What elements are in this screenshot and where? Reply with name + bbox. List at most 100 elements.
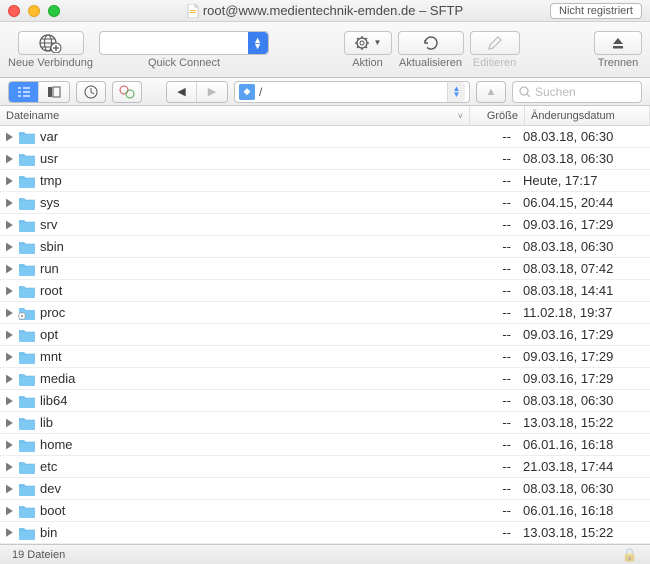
file-size: --	[464, 173, 519, 188]
disclosure-icon[interactable]: ▶	[6, 305, 16, 319]
table-row[interactable]: ▶lib64--08.03.18, 06:30	[0, 390, 650, 412]
table-row[interactable]: ▶home--06.01.16, 16:18	[0, 434, 650, 456]
action-button[interactable]: ▼	[344, 31, 392, 55]
file-name: mnt	[40, 349, 464, 364]
table-row[interactable]: ▶dev--08.03.18, 06:30	[0, 478, 650, 500]
disclosure-icon[interactable]: ▶	[6, 283, 16, 297]
table-row[interactable]: ▶sbin--08.03.18, 06:30	[0, 236, 650, 258]
sort-caret-icon: ˅	[458, 111, 463, 121]
table-row[interactable]: ▶boot--06.01.16, 16:18	[0, 500, 650, 522]
table-row[interactable]: ▶var--08.03.18, 06:30	[0, 126, 650, 148]
file-size: --	[464, 371, 519, 386]
minimize-window-button[interactable]	[28, 5, 40, 17]
folder-icon	[18, 350, 36, 364]
folder-icon	[18, 130, 36, 144]
new-connection-item: Neue Verbindung	[8, 31, 93, 69]
disclosure-icon[interactable]: ▶	[6, 437, 16, 451]
table-row[interactable]: ▶usr--08.03.18, 06:30	[0, 148, 650, 170]
file-list[interactable]: ▶var--08.03.18, 06:30▶usr--08.03.18, 06:…	[0, 126, 650, 544]
nav-forward-button[interactable]: ▶	[197, 82, 227, 102]
file-date: 08.03.18, 06:30	[519, 239, 644, 254]
file-name: root	[40, 283, 464, 298]
file-size: --	[464, 151, 519, 166]
zoom-window-button[interactable]	[48, 5, 60, 17]
folder-icon	[18, 174, 36, 188]
quick-connect-select[interactable]: ▲▼	[99, 31, 269, 55]
gear-icon	[354, 35, 372, 51]
edit-button[interactable]	[470, 31, 520, 55]
file-size: --	[464, 481, 519, 496]
view-list-button[interactable]	[39, 82, 69, 102]
close-window-button[interactable]	[8, 5, 20, 17]
table-row[interactable]: ▶bin--13.03.18, 15:22	[0, 522, 650, 544]
disclosure-icon[interactable]: ▶	[6, 371, 16, 385]
file-name: sys	[40, 195, 464, 210]
file-date: 09.03.16, 17:29	[519, 327, 644, 342]
up-directory-button[interactable]: ▲	[476, 81, 506, 103]
table-row[interactable]: ▶srv--09.03.16, 17:29	[0, 214, 650, 236]
file-name: tmp	[40, 173, 464, 188]
window-controls	[8, 5, 60, 17]
action-item: ▼ Aktion	[344, 31, 392, 69]
file-date: 08.03.18, 06:30	[519, 393, 644, 408]
transfers-button[interactable]	[112, 81, 142, 103]
unregistered-badge[interactable]: Nicht registriert	[550, 3, 642, 19]
file-name: home	[40, 437, 464, 452]
table-row[interactable]: ▶tmp--Heute, 17:17	[0, 170, 650, 192]
clock-icon	[84, 85, 98, 99]
disclosure-icon[interactable]: ▶	[6, 173, 16, 187]
table-row[interactable]: ▶etc--21.03.18, 17:44	[0, 456, 650, 478]
table-row[interactable]: ▶opt--09.03.16, 17:29	[0, 324, 650, 346]
file-size: --	[464, 195, 519, 210]
disclosure-icon[interactable]: ▶	[6, 503, 16, 517]
search-input[interactable]: Suchen	[512, 81, 642, 103]
table-row[interactable]: ▶proc--11.02.18, 19:37	[0, 302, 650, 324]
table-row[interactable]: ▶run--08.03.18, 07:42	[0, 258, 650, 280]
disclosure-icon[interactable]: ▶	[6, 415, 16, 429]
new-connection-button[interactable]	[18, 31, 84, 55]
table-row[interactable]: ▶media--09.03.16, 17:29	[0, 368, 650, 390]
nav-back-button[interactable]: ◀	[167, 82, 197, 102]
folder-icon	[18, 306, 36, 320]
disconnect-button[interactable]	[594, 31, 642, 55]
disclosure-icon[interactable]: ▶	[6, 327, 16, 341]
file-name: sbin	[40, 239, 464, 254]
refresh-button[interactable]	[398, 31, 464, 55]
disclosure-icon[interactable]: ▶	[6, 239, 16, 253]
table-row[interactable]: ▶root--08.03.18, 14:41	[0, 280, 650, 302]
table-row[interactable]: ▶lib--13.03.18, 15:22	[0, 412, 650, 434]
file-date: 08.03.18, 06:30	[519, 129, 644, 144]
file-date: 08.03.18, 07:42	[519, 261, 644, 276]
disclosure-icon[interactable]: ▶	[6, 525, 16, 539]
folder-icon	[18, 394, 36, 408]
file-name: proc	[40, 305, 464, 320]
path-dropdown-icon[interactable]: ▲▼	[447, 82, 465, 102]
path-input[interactable]: ◆ / ▲▼	[234, 81, 470, 103]
table-row[interactable]: ▶sys--06.04.15, 20:44	[0, 192, 650, 214]
column-size[interactable]: Größe	[470, 106, 525, 125]
disclosure-icon[interactable]: ▶	[6, 129, 16, 143]
disclosure-icon[interactable]: ▶	[6, 459, 16, 473]
back-icon: ◀	[177, 85, 185, 98]
folder-icon	[18, 438, 36, 452]
disclosure-icon[interactable]: ▶	[6, 217, 16, 231]
file-date: 06.01.16, 16:18	[519, 503, 644, 518]
disclosure-icon[interactable]: ▶	[6, 195, 16, 209]
file-size: --	[464, 393, 519, 408]
table-row[interactable]: ▶mnt--09.03.16, 17:29	[0, 346, 650, 368]
eject-icon	[610, 35, 626, 51]
disclosure-icon[interactable]: ▶	[6, 151, 16, 165]
view-outline-button[interactable]	[9, 82, 39, 102]
column-date[interactable]: Änderungsdatum	[525, 106, 650, 125]
file-size: --	[464, 217, 519, 232]
column-name[interactable]: Dateiname ˅	[0, 106, 470, 125]
disclosure-icon[interactable]: ▶	[6, 481, 16, 495]
new-connection-label: Neue Verbindung	[8, 57, 93, 69]
window-title-text: root@www.medientechnik-emden.de – SFTP	[203, 3, 463, 18]
file-date: 13.03.18, 15:22	[519, 415, 644, 430]
file-size: --	[464, 525, 519, 540]
disclosure-icon[interactable]: ▶	[6, 349, 16, 363]
disclosure-icon[interactable]: ▶	[6, 261, 16, 275]
history-button[interactable]	[76, 81, 106, 103]
disclosure-icon[interactable]: ▶	[6, 393, 16, 407]
